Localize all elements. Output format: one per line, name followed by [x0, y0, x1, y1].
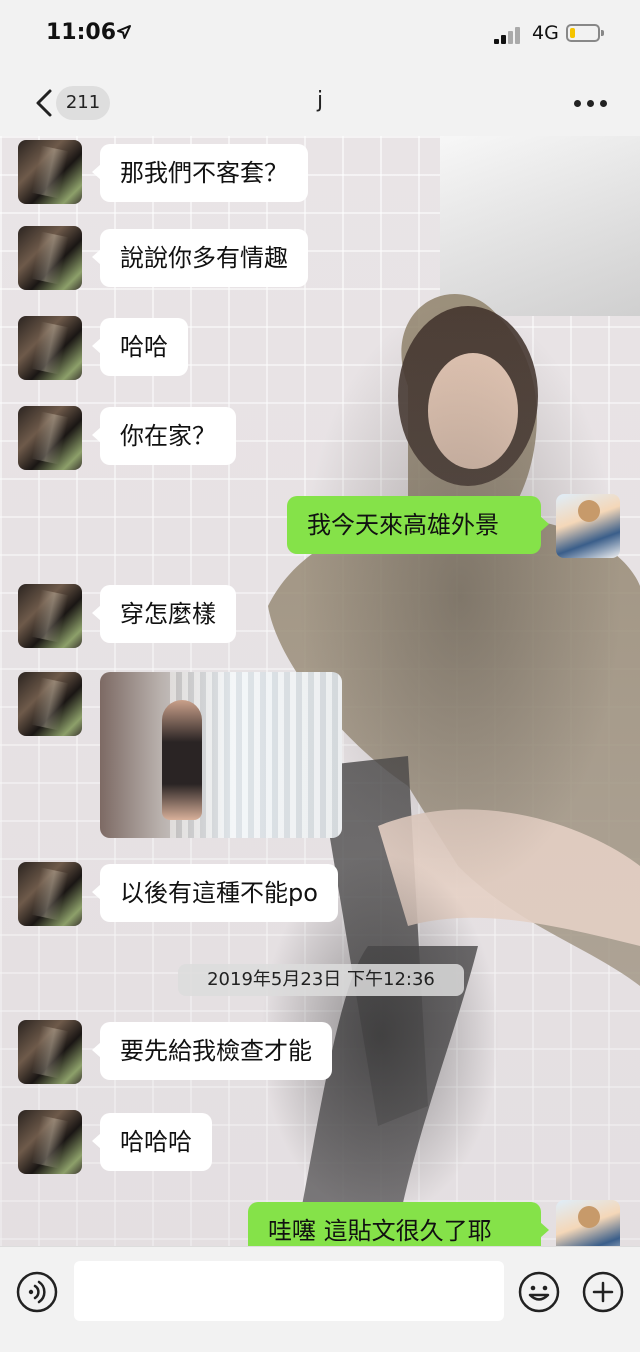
chat-header: 211 j — [0, 70, 640, 137]
contact-avatar[interactable] — [18, 862, 82, 926]
my-avatar[interactable] — [556, 494, 620, 558]
signal-icon — [494, 26, 524, 44]
contact-avatar[interactable] — [18, 1110, 82, 1174]
battery-level — [570, 28, 575, 38]
contact-avatar[interactable] — [18, 316, 82, 380]
emoji-icon[interactable] — [518, 1271, 560, 1313]
outgoing-message[interactable]: 我今天來高雄外景 — [287, 496, 549, 554]
message-input[interactable] — [74, 1261, 504, 1321]
voice-icon[interactable] — [16, 1271, 58, 1313]
input-bar — [0, 1246, 640, 1352]
more-dots-icon[interactable] — [574, 100, 608, 108]
incoming-message[interactable]: 哈哈 — [92, 318, 188, 376]
incoming-message[interactable]: 那我們不客套？ — [92, 144, 308, 202]
network-type: 4G — [532, 22, 559, 44]
photo-person — [162, 700, 202, 820]
chat-area[interactable]: 那我們不客套？ 說說你多有情趣 哈哈 你在家？ 我今天來高雄外景 穿怎麼樣 以後… — [0, 136, 640, 1246]
my-avatar[interactable] — [556, 1200, 620, 1246]
incoming-message[interactable]: 說說你多有情趣 — [92, 229, 308, 287]
timestamp-divider: 2019年5月23日 下午12:36 — [178, 964, 464, 996]
status-bar: 11:06 4G — [0, 0, 640, 70]
incoming-message[interactable]: 要先給我檢查才能 — [92, 1022, 332, 1080]
contact-avatar[interactable] — [18, 406, 82, 470]
plus-icon[interactable] — [582, 1271, 624, 1313]
contact-avatar[interactable] — [18, 584, 82, 648]
incoming-message[interactable]: 穿怎麼樣 — [92, 585, 236, 643]
incoming-message[interactable]: 哈哈哈 — [92, 1113, 212, 1171]
chat-title: j — [316, 88, 324, 113]
status-time: 11:06 — [46, 20, 117, 45]
outgoing-message[interactable]: 哇噻 這貼文很久了耶 — [248, 1202, 549, 1246]
incoming-message[interactable]: 以後有這種不能po — [92, 864, 338, 922]
contact-avatar[interactable] — [18, 1020, 82, 1084]
incoming-message[interactable]: 你在家？ — [92, 407, 236, 465]
contact-avatar[interactable] — [18, 140, 82, 204]
battery-icon — [566, 24, 600, 42]
contact-avatar[interactable] — [18, 672, 82, 736]
image-message[interactable] — [100, 672, 342, 838]
location-arrow-icon — [117, 25, 131, 39]
contact-avatar[interactable] — [18, 226, 82, 290]
battery-tip — [601, 30, 604, 36]
